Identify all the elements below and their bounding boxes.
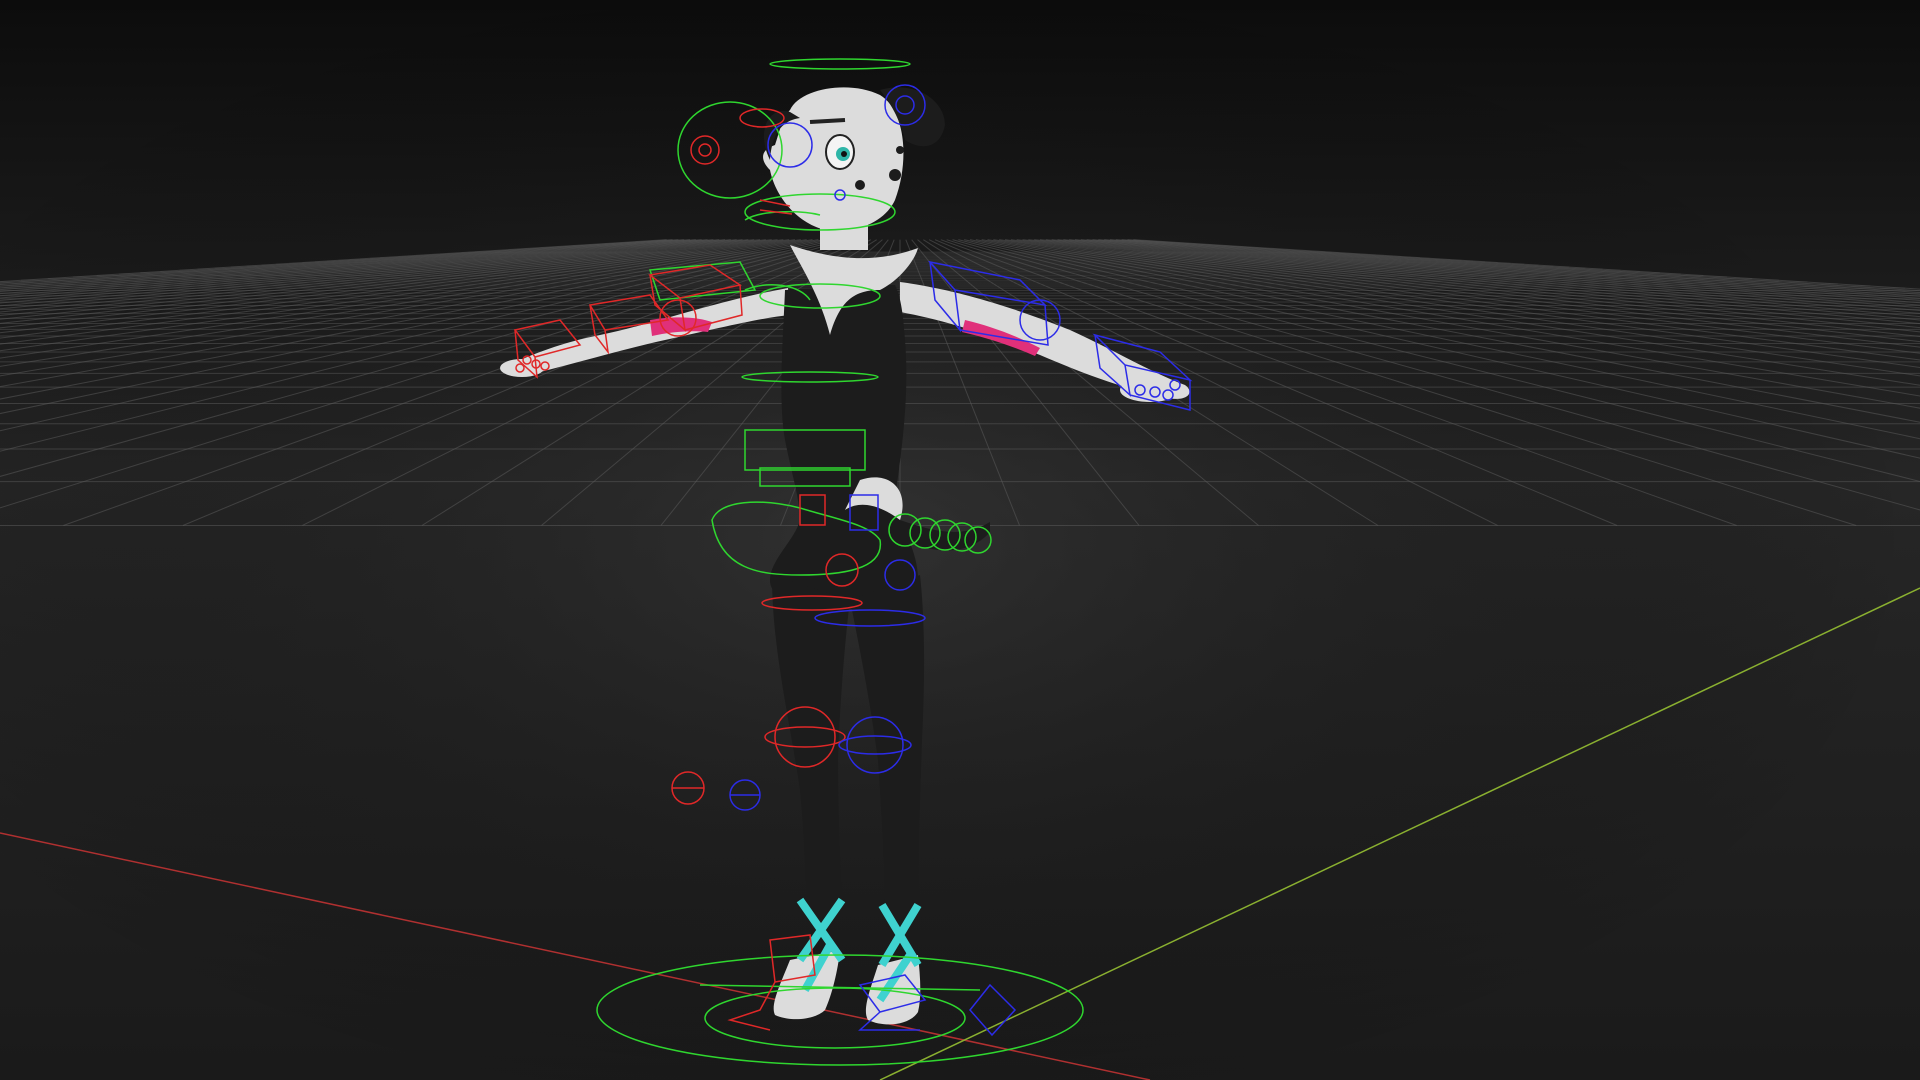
scene-canvas[interactable]: [0, 0, 1920, 1080]
face-spot: [889, 169, 901, 181]
face-spot: [855, 180, 865, 190]
pupil: [841, 151, 847, 157]
3d-viewport[interactable]: [0, 0, 1920, 1080]
face-spot: [896, 146, 904, 154]
eyebrow: [809, 118, 846, 124]
